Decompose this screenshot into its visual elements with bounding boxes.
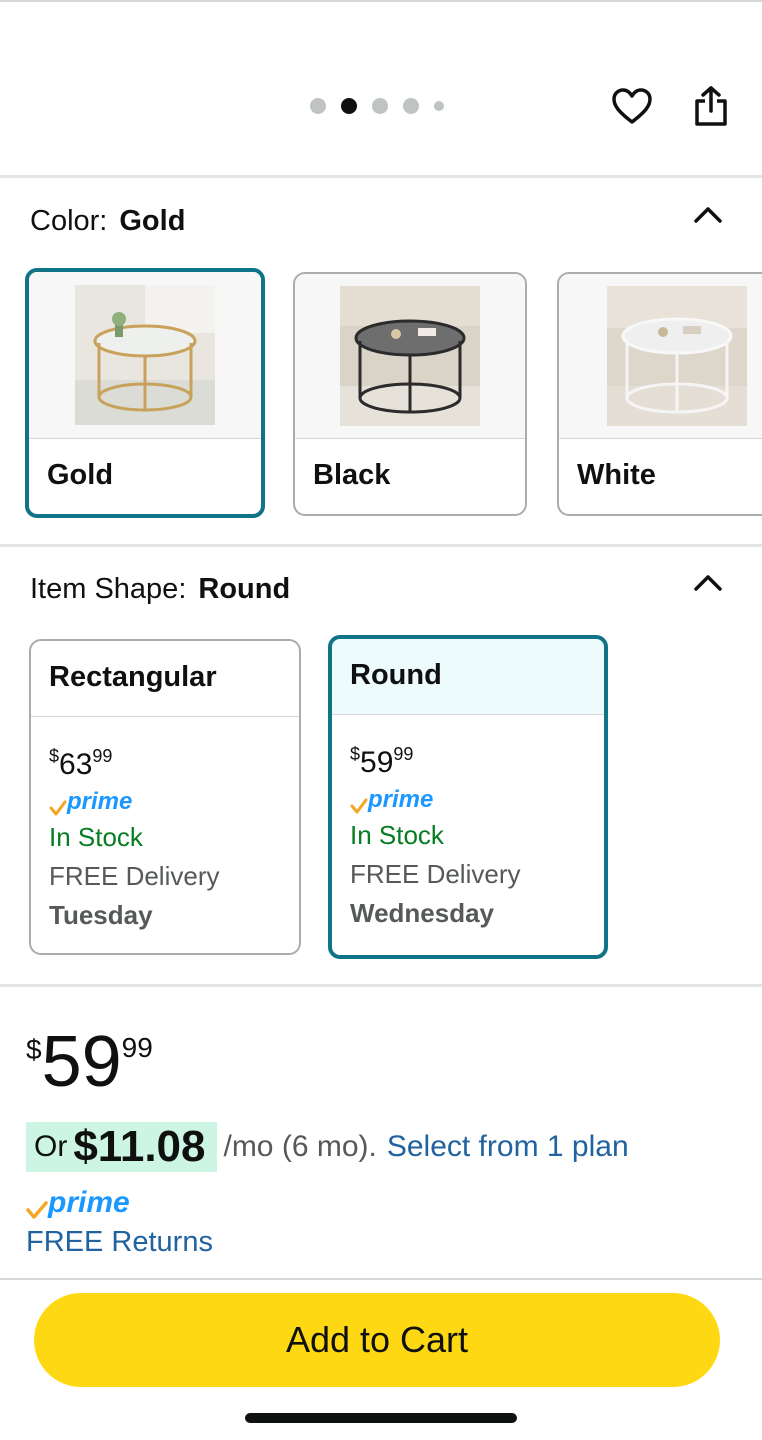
delivery-day: Wednesday — [350, 898, 495, 928]
pagination-dot[interactable] — [403, 98, 419, 114]
monthly-prefix: Or — [34, 1130, 68, 1163]
pagination-dot-active[interactable] — [341, 98, 357, 114]
color-option-label: Black — [313, 459, 391, 491]
currency-symbol: $ — [350, 744, 361, 764]
prime-check-icon — [26, 1201, 48, 1219]
shape-option-price: $5999 — [350, 737, 604, 780]
pagination-dot[interactable] — [310, 98, 326, 114]
share-button[interactable] — [689, 84, 733, 128]
monthly-suffix: /mo (6 mo). — [223, 1130, 377, 1163]
color-option-black[interactable]: Black — [293, 272, 527, 516]
prime-text: prime — [368, 786, 434, 813]
prime-text: prime — [48, 1186, 130, 1219]
pagination-dot[interactable] — [372, 98, 388, 114]
color-thumbnail-area — [559, 274, 762, 439]
color-option-white[interactable]: White — [557, 272, 762, 516]
collapse-shape-button[interactable] — [690, 568, 726, 598]
price-fraction: 99 — [121, 1032, 153, 1063]
monthly-amount: $11.08 — [73, 1122, 206, 1171]
color-option-label: White — [577, 459, 656, 491]
stock-status: In Stock — [350, 820, 444, 850]
price-whole: 63 — [59, 748, 93, 781]
color-thumbnail-area — [29, 272, 261, 439]
prime-check-icon — [49, 800, 67, 816]
section-divider — [0, 544, 762, 547]
free-returns-link[interactable]: FREE Returns — [26, 1226, 213, 1259]
pagination-dot[interactable] — [434, 101, 444, 111]
section-divider — [0, 175, 762, 178]
share-icon — [695, 86, 727, 126]
black-table-image — [340, 286, 480, 426]
shape-option-name: Rectangular — [31, 641, 299, 717]
monthly-highlight: Or $11.08 — [26, 1122, 218, 1172]
prime-badge: prime — [26, 1186, 130, 1220]
image-pagination-dots[interactable] — [310, 96, 444, 116]
shape-label: Item Shape: — [30, 573, 187, 605]
stock-status: In Stock — [49, 822, 143, 852]
shape-option-name: Round — [332, 639, 604, 715]
price-whole: 59 — [360, 746, 394, 779]
selected-shape: Round — [198, 573, 291, 605]
price-whole: 59 — [41, 1022, 122, 1102]
shape-section-title: Item Shape: Round — [30, 573, 290, 606]
monthly-payment: Or $11.08 /mo (6 mo). Select from 1 plan — [26, 1120, 629, 1174]
chevron-up-icon — [694, 207, 722, 223]
delivery-text: FREE Delivery — [350, 859, 521, 889]
color-thumbnail-area — [295, 274, 525, 439]
delivery-day: Tuesday — [49, 900, 153, 930]
prime-check-icon — [350, 798, 368, 814]
color-option-gold[interactable]: Gold — [25, 268, 265, 518]
select-plan-link[interactable]: Select from 1 plan — [387, 1130, 629, 1164]
shape-option-price: $6399 — [49, 739, 299, 782]
collapse-color-button[interactable] — [690, 200, 726, 230]
shape-option-round[interactable]: Round $5999 prime In Stock FREE Delivery… — [328, 635, 608, 959]
add-to-cart-button[interactable]: Add to Cart — [34, 1293, 720, 1387]
section-divider — [0, 984, 762, 987]
currency-symbol: $ — [49, 746, 60, 766]
favorite-button[interactable] — [610, 84, 654, 128]
currency-symbol: $ — [26, 1034, 42, 1065]
color-option-label: Gold — [47, 459, 114, 491]
white-table-image — [607, 286, 747, 426]
prime-badge: prime — [49, 788, 299, 816]
price-fraction: 99 — [393, 744, 414, 764]
top-divider — [0, 0, 762, 2]
price-fraction: 99 — [92, 746, 113, 766]
main-price: $ 59 99 — [26, 1022, 153, 1102]
delivery-text: FREE Delivery — [49, 861, 220, 891]
heart-icon — [612, 88, 652, 124]
prime-badge: prime — [350, 786, 604, 814]
chevron-up-icon — [694, 575, 722, 591]
gold-table-image — [75, 285, 215, 425]
shape-option-rectangular[interactable]: Rectangular $6399 prime In Stock FREE De… — [29, 639, 301, 955]
color-label: Color: — [30, 205, 108, 237]
selected-color: Gold — [119, 205, 186, 237]
color-section-title: Color: Gold — [30, 205, 185, 238]
home-indicator[interactable] — [245, 1413, 517, 1423]
prime-text: prime — [67, 788, 133, 815]
